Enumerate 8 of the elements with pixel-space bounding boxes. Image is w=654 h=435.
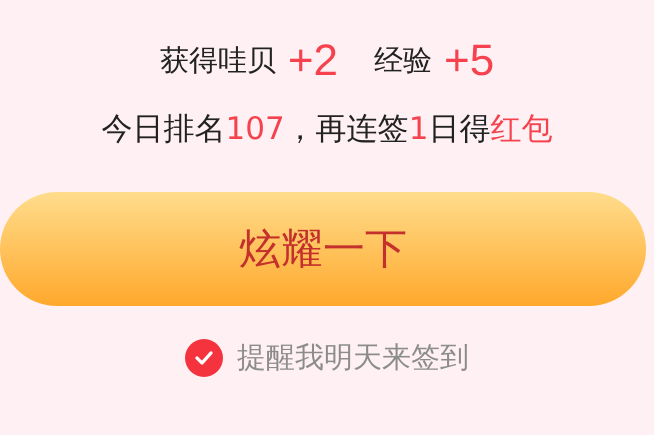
checkbox[interactable] <box>185 339 223 377</box>
reward-label: 获得哇贝 <box>160 42 276 79</box>
reward-value: +2 <box>288 36 338 86</box>
rank-text: 今日排名 107，再连签1 日得红包 <box>102 110 552 149</box>
reward-value: +5 <box>444 36 494 86</box>
reward-label: 经验 <box>374 42 432 79</box>
reminder-label: 提醒我明天来签到 <box>237 339 469 376</box>
share-button[interactable]: 炫耀一下 <box>0 192 646 306</box>
